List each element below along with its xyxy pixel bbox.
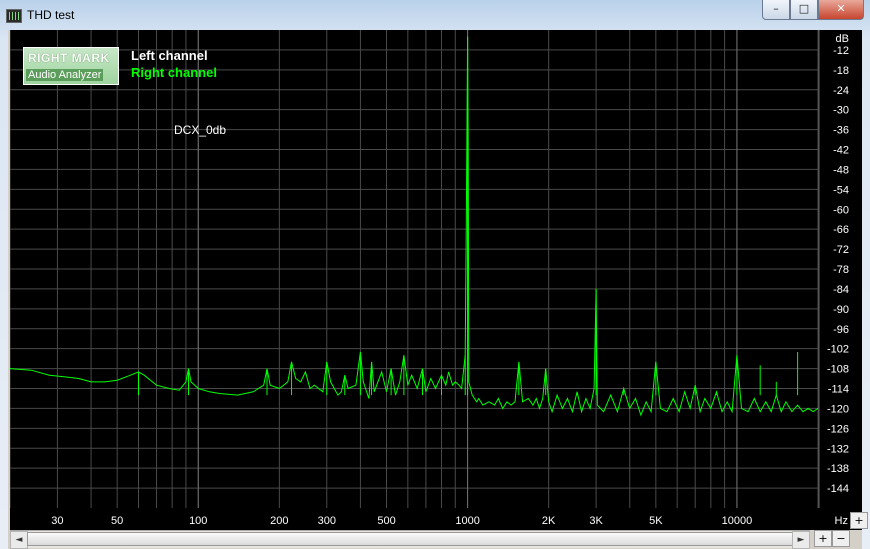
caption-buttons: – □ ✕ [762,0,864,20]
y-tick-label: -120 [827,403,849,415]
series-line [10,36,819,417]
x-unit-label: Hz [835,515,848,527]
y-tick-label: -114 [828,384,849,396]
scroll-left-arrow-icon[interactable]: ◄ [10,531,28,549]
y-tick-label: -108 [827,364,849,376]
maximize-button[interactable]: □ [790,0,818,20]
window-title: THD test [27,8,75,22]
scroll-right-arrow-icon[interactable]: ► [792,531,810,549]
y-tick-label: -126 [827,423,849,435]
x-tick-label: 10000 [722,515,753,527]
y-tick-label: -24 [833,85,849,97]
y-tick-label: -18 [833,65,849,77]
y-unit-label: dB [836,33,849,45]
x-tick-label: 1000 [455,515,479,527]
title-bar[interactable]: THD test – □ ✕ [0,0,870,30]
horizontal-scrollbar[interactable]: ◄ ► [10,530,810,549]
rmaa-logo: RIGHT MARK Audio Analyzer [23,47,119,85]
y-tick-label: -102 [827,344,849,356]
y-tick-label: -84 [833,284,849,296]
x-tick-label: 5K [649,515,663,527]
scroll-thumb[interactable] [27,532,803,546]
y-tick-label: -78 [833,264,849,276]
chart-annotation: DCX_0db [174,123,227,137]
y-tick-label: -54 [833,184,849,196]
x-tick-label: 30 [51,515,63,527]
zoom-in-y-button[interactable]: + [850,512,868,529]
y-tick-label: -72 [833,244,849,256]
y-tick-label: -66 [833,224,849,236]
y-tick-label: -132 [827,443,849,455]
legend-right-channel: Right channel [131,65,217,80]
y-tick-label: -138 [827,463,849,475]
x-tick-label: 300 [318,515,336,527]
y-tick-label: -12 [833,45,849,57]
app-window: THD test – □ ✕ dB -12 -18 -24 -30 -36 -42 -48 -5… [0,0,870,549]
y-tick-label: -36 [833,125,849,137]
logo-text-bottom: Audio Analyzer [26,69,104,81]
legend-left-channel: Left channel [131,48,208,63]
app-icon[interactable] [6,9,22,23]
spectrum-chart: dB-12 -18 -24 -30 -36 -42 -48 -54 -60 -66 -72 -78 -8… [10,30,849,527]
x-tick-label: 200 [270,515,288,527]
client-area: dB -12 -18 -24 -30 -36 -42 -48 -54 -60 -66 -72 -78 -8… [8,30,868,549]
y-tick-label: -90 [833,304,849,316]
x-tick-label: 100 [189,515,207,527]
x-tick-label: 50 [111,515,123,527]
spectrum-plot[interactable]: dB -12 -18 -24 -30 -36 -42 -48 -54 -60 -66 -72 -78 -8… [10,30,862,530]
x-tick-label: 2K [542,515,556,527]
y-tick-label: -60 [833,204,849,216]
y-tick-label: -48 [833,164,849,176]
minimize-button[interactable]: – [762,0,790,20]
logo-text-top: RIGHT MARK [28,51,110,65]
close-button[interactable]: ✕ [818,0,864,20]
y-tick-label: -42 [833,145,849,157]
x-tick-label: 3K [589,515,603,527]
x-tick-label: 500 [377,515,395,527]
zoom-in-x-button[interactable]: + [814,530,832,547]
zoom-out-x-button[interactable]: − [832,530,850,547]
y-tick-label: -144 [827,483,849,495]
y-tick-label: -96 [833,324,849,336]
y-tick-label: -30 [833,105,849,117]
